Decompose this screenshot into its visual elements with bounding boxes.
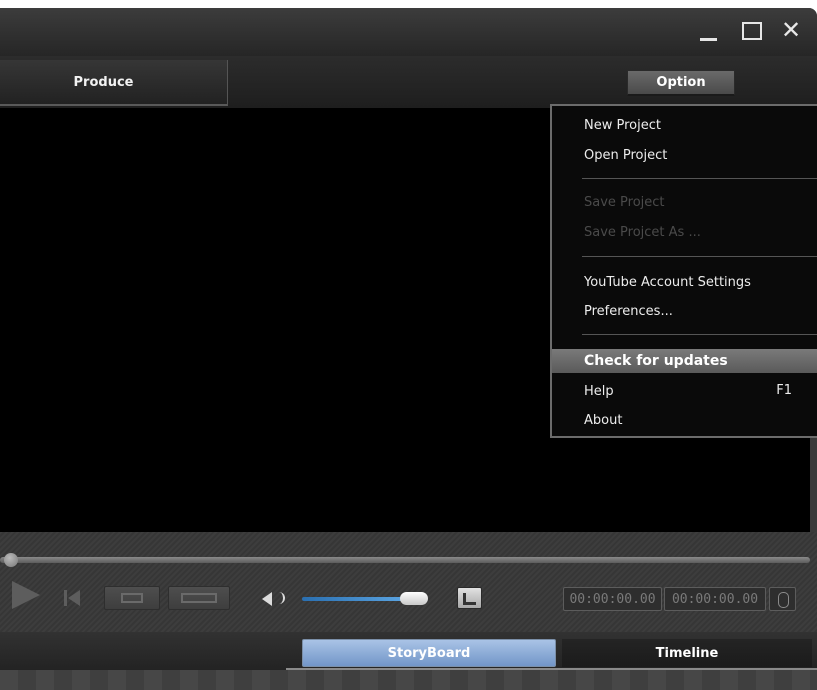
spinner-icon[interactable] <box>769 587 796 611</box>
menu-item-save-project-as: Save Projcet As ... <box>584 224 701 240</box>
menu-item-open-project[interactable]: Open Project <box>552 143 817 167</box>
title-bar: ✕ <box>0 8 817 56</box>
menu-item-youtube-settings[interactable]: YouTube Account Settings <box>552 270 817 294</box>
seek-handle[interactable] <box>4 553 18 567</box>
tab-storyboard[interactable]: StoryBoard <box>302 639 556 667</box>
view-tab-bar: StoryBoard Timeline <box>0 632 817 670</box>
menu-separator <box>582 178 817 179</box>
top-tab-row: Produce Option <box>0 56 817 108</box>
menu-separator <box>582 334 817 335</box>
tab-timeline[interactable]: Timeline <box>562 639 812 667</box>
menu-item-about[interactable]: About <box>552 408 817 432</box>
menu-item-save-project: Save Project <box>584 194 665 210</box>
menu-item-new-project[interactable]: New Project <box>552 113 817 137</box>
timecode-current: 00:00:00.00 <box>563 587 662 611</box>
footer-strip <box>0 670 817 690</box>
help-shortcut: F1 <box>776 383 792 398</box>
film-strip-icon[interactable] <box>104 586 160 610</box>
menu-item-help-label: Help <box>584 383 614 399</box>
option-button[interactable]: Option <box>627 70 735 96</box>
play-icon[interactable] <box>12 581 40 609</box>
volume-slider[interactable] <box>302 597 414 601</box>
minimize-icon[interactable] <box>697 18 721 42</box>
menu-item-help[interactable]: Help F1 <box>552 379 817 403</box>
menu-item-check-updates[interactable]: Check for updates <box>552 349 817 373</box>
option-menu: New Project Open Project Save Project Sa… <box>550 104 817 438</box>
maximize-icon[interactable] <box>739 18 763 42</box>
seek-bar[interactable] <box>0 557 810 563</box>
app-window: ✕ Produce Option 00:00:00.00 00:00:00.00… <box>0 8 817 690</box>
fullscreen-icon[interactable] <box>457 587 482 609</box>
close-icon[interactable]: ✕ <box>779 18 803 42</box>
skip-back-icon[interactable] <box>64 590 84 606</box>
speaker-icon[interactable] <box>262 590 292 608</box>
timecode-duration: 00:00:00.00 <box>664 587 766 611</box>
volume-handle[interactable] <box>400 592 428 605</box>
menu-item-preferences[interactable]: Preferences... <box>552 299 817 323</box>
player-controls: 00:00:00.00 00:00:00.00 <box>0 532 817 632</box>
film-strip-wide-icon[interactable] <box>168 586 230 610</box>
produce-tab[interactable]: Produce <box>0 60 228 106</box>
menu-separator <box>582 256 817 257</box>
